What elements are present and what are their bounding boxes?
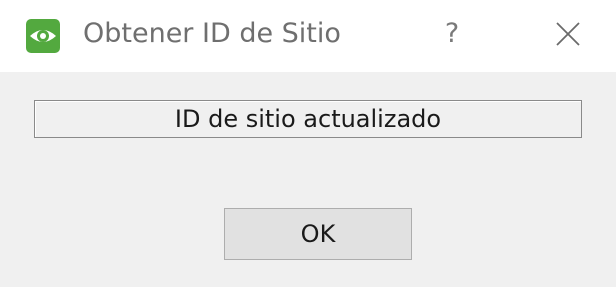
close-icon [556,22,580,46]
window-title: Obtener ID de Sitio [83,18,341,49]
eye-icon [26,19,60,53]
status-message: ID de sitio actualizado [174,105,442,133]
dialog-window: Obtener ID de Sitio ? ID de sitio actual… [0,0,616,287]
status-message-box: ID de sitio actualizado [34,100,582,138]
close-button[interactable] [544,12,592,56]
help-button[interactable]: ? [428,12,476,56]
ok-button[interactable]: OK [224,208,412,260]
title-bar: Obtener ID de Sitio ? [0,0,616,72]
